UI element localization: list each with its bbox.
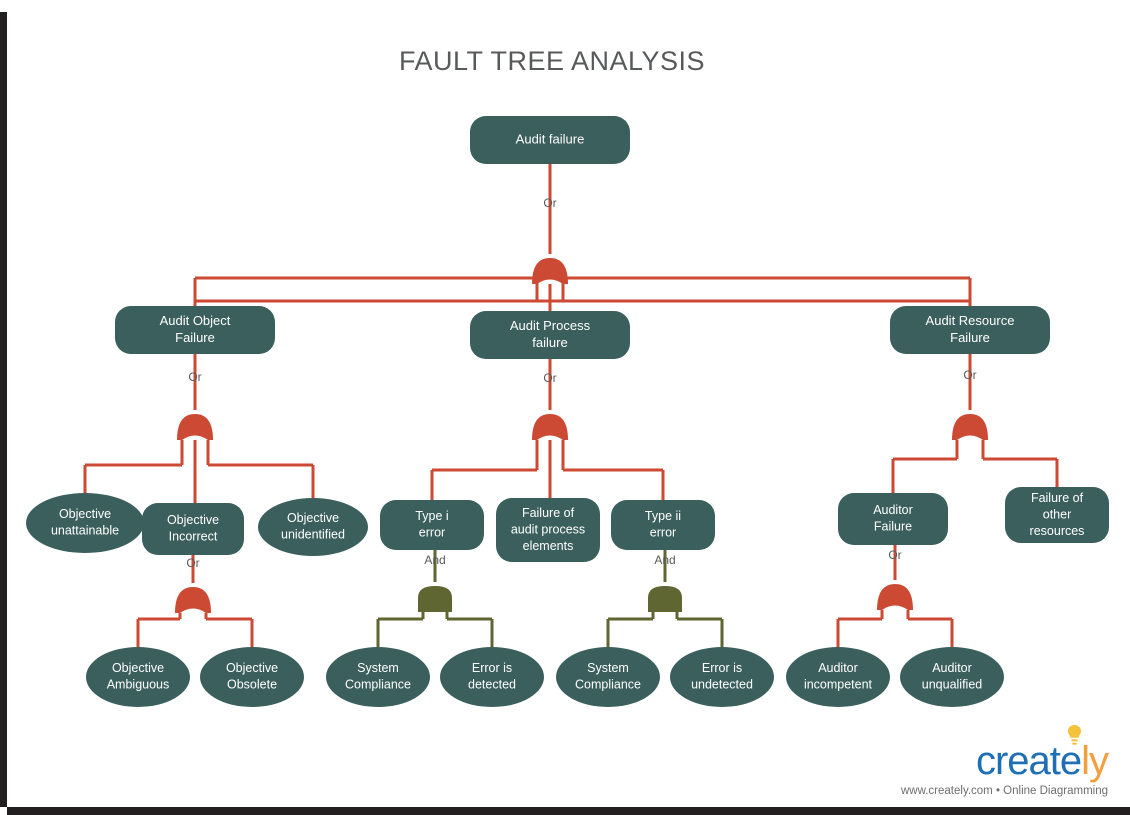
- page-title: FAULT TREE ANALYSIS: [399, 46, 705, 76]
- node-label: Objective: [287, 511, 339, 525]
- node-label: Failure: [175, 330, 215, 345]
- tree-node[interactable]: Objective unattainable: [26, 493, 144, 553]
- node-label: Audit Object: [160, 313, 231, 328]
- node-label: Audit Process: [510, 318, 591, 333]
- tree-node[interactable]: Objective Obsolete: [200, 647, 304, 707]
- frame-edge-left: [0, 12, 7, 807]
- tree-node[interactable]: Type ii error: [611, 500, 715, 550]
- frame-edge-bottom: [7, 807, 1130, 815]
- node-label: Audit failure: [516, 131, 585, 146]
- node-label: Compliance: [345, 678, 411, 692]
- node-label: System: [357, 661, 399, 675]
- gate-label: Or: [188, 370, 201, 384]
- node-label: detected: [468, 678, 516, 692]
- and-gate-icon: [648, 586, 682, 612]
- tree-node[interactable]: Error is detected: [440, 647, 544, 707]
- gate-label: Or: [888, 548, 901, 562]
- or-gate-icon: [532, 258, 568, 284]
- node-label: Compliance: [575, 678, 641, 692]
- node-label: Obsolete: [227, 678, 277, 692]
- node-label: elements: [523, 539, 574, 553]
- node-label: Failure: [950, 330, 990, 345]
- node-label: Type ii: [645, 509, 681, 523]
- or-gate-icon: [175, 587, 211, 613]
- and-gate-icon: [418, 586, 452, 612]
- tree-node[interactable]: Auditor unqualified: [900, 647, 1004, 707]
- node-label: Error is: [702, 661, 742, 675]
- footer-tagline: www.creately.com • Online Diagramming: [900, 784, 1108, 797]
- node-label: undetected: [691, 678, 753, 692]
- gate-label: Or: [963, 368, 976, 382]
- node-label: error: [650, 526, 676, 540]
- gate-label: Or: [543, 196, 556, 210]
- tree-node[interactable]: Auditor incompetent: [786, 647, 890, 707]
- node-label: System: [587, 661, 629, 675]
- lightbulb-icon: [1068, 724, 1081, 745]
- node-label: Ambiguous: [107, 678, 170, 692]
- node-label: Failure of: [522, 506, 575, 520]
- tree-node[interactable]: Type i error: [380, 500, 484, 550]
- tree-node[interactable]: Auditor Failure: [838, 493, 948, 545]
- node-label: error: [419, 526, 445, 540]
- node-label: failure: [532, 335, 567, 350]
- node-label: unidentified: [281, 528, 345, 542]
- or-gate-icon: [952, 414, 988, 440]
- node-label: resources: [1030, 524, 1085, 538]
- node-label: audit process: [511, 522, 585, 536]
- diagram-sheet: FAULT TREE ANALYSIS Or Or Or Or Or And And Or A…: [7, 0, 1130, 807]
- connector-layer: [83, 164, 1059, 647]
- tree-node[interactable]: System Compliance: [556, 647, 660, 707]
- or-gate-icon: [177, 414, 213, 440]
- node-label: unattainable: [51, 524, 119, 538]
- tree-node[interactable]: Failure of audit process elements: [496, 498, 600, 562]
- node-label: Audit Resource: [926, 313, 1015, 328]
- or-gate-icon: [877, 584, 913, 610]
- logo-text-ly: ly: [1081, 738, 1109, 783]
- tree-node[interactable]: Audit Process failure: [470, 311, 630, 359]
- gate-label: Or: [186, 556, 199, 570]
- creately-logo: create ly: [901, 724, 1109, 783]
- gate-label: And: [424, 553, 445, 567]
- tree-node[interactable]: Objective Incorrect: [142, 503, 244, 555]
- tree-node[interactable]: Audit Object Failure: [115, 306, 275, 354]
- gate-label: And: [654, 553, 675, 567]
- node-label: Auditor: [873, 503, 913, 517]
- node-label: Objective: [112, 661, 164, 675]
- tree-node[interactable]: Objective unidentified: [258, 498, 368, 556]
- tree-node[interactable]: Failure of other resources: [1005, 487, 1109, 543]
- logo-text-create: create: [975, 738, 1082, 783]
- tree-node[interactable]: Error is undetected: [670, 647, 774, 707]
- node-label: Incorrect: [169, 530, 218, 544]
- node-label: other: [1043, 507, 1072, 521]
- node-label: Failure of: [1031, 491, 1084, 505]
- node-label: unqualified: [922, 678, 983, 692]
- or-gate-icon: [532, 414, 568, 440]
- node-label: Objective: [167, 513, 219, 527]
- tree-node[interactable]: Audit failure: [470, 116, 630, 164]
- node-label: Objective: [226, 661, 278, 675]
- node-label: Objective: [59, 507, 111, 521]
- node-label: incompetent: [804, 678, 873, 692]
- fault-tree-svg: FAULT TREE ANALYSIS Or Or Or Or Or And And Or A…: [26, 46, 1109, 707]
- tree-node[interactable]: System Compliance: [326, 647, 430, 707]
- creately-footer: create ly www.creately.com • Online Diag…: [900, 724, 1109, 798]
- node-label: Failure: [874, 520, 912, 534]
- gate-label: Or: [543, 371, 556, 385]
- node-label: Auditor: [818, 661, 858, 675]
- tree-node[interactable]: Audit Resource Failure: [890, 306, 1050, 354]
- node-label: Type i: [415, 509, 448, 523]
- diagram-canvas: FAULT TREE ANALYSIS Or Or Or Or Or And And Or A…: [0, 0, 1130, 815]
- node-label: Auditor: [932, 661, 972, 675]
- node-label: Error is: [472, 661, 512, 675]
- tree-node[interactable]: Objective Ambiguous: [86, 647, 190, 707]
